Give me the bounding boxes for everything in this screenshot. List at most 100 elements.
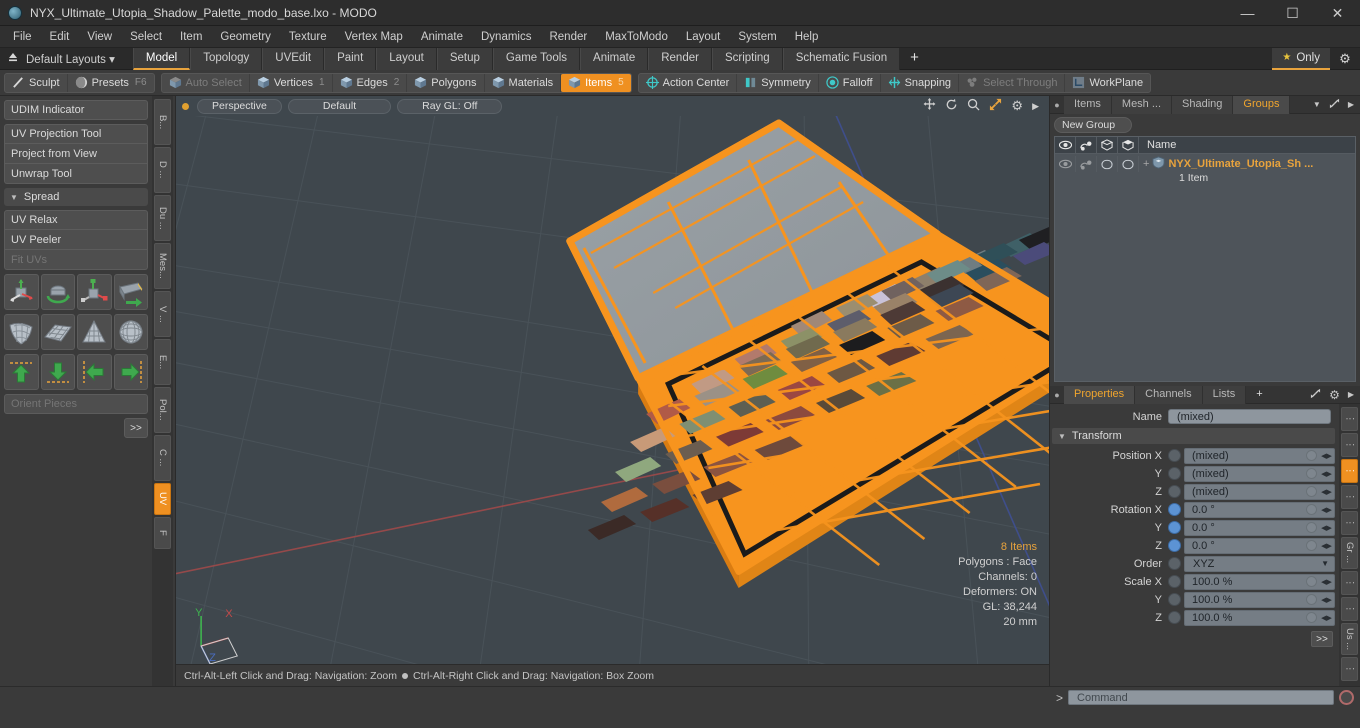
field-spinner-arrows[interactable]: ◀▶	[1319, 452, 1334, 460]
project-from-view-button[interactable]: Project from View	[4, 144, 148, 164]
command-input[interactable]: Command	[1068, 690, 1334, 705]
field-radio[interactable]	[1168, 449, 1181, 462]
left-vtab-9[interactable]: F	[154, 517, 171, 549]
menu-item-file[interactable]: File	[4, 26, 41, 48]
menu-item-maxtomodo[interactable]: MaxToModo	[596, 26, 677, 48]
left-vtab-0[interactable]: B...	[154, 99, 171, 145]
menu-item-dynamics[interactable]: Dynamics	[472, 26, 540, 48]
field-input[interactable]: 0.0 °	[1185, 538, 1306, 553]
layout-tab-game-tools[interactable]: Game Tools	[492, 47, 581, 70]
tab-add[interactable]: +	[1246, 386, 1272, 404]
uv-relax-button[interactable]: UV Relax	[4, 210, 148, 230]
field-knob[interactable]	[1306, 612, 1317, 623]
field-input[interactable]: 0.0 °	[1185, 502, 1306, 517]
toolbar-falloff-button[interactable]: Falloff	[819, 73, 881, 92]
toolbar-edges-button[interactable]: Edges 2	[333, 73, 408, 92]
left-vtab-7[interactable]: C ...	[154, 435, 171, 481]
zoom-icon[interactable]	[967, 98, 980, 114]
gear-icon[interactable]: ⚙	[1329, 388, 1340, 402]
props-vtab-2[interactable]: ⋮	[1341, 459, 1358, 483]
only-button[interactable]: ★ Only	[1272, 47, 1330, 70]
field-radio[interactable]	[1168, 575, 1181, 588]
menu-item-animate[interactable]: Animate	[412, 26, 472, 48]
expand-icon[interactable]	[1329, 98, 1340, 112]
group-list[interactable]: Name + NYX_Ultimate_Utopia_Sh ... 1 Item	[1054, 136, 1356, 382]
field-knob[interactable]	[1306, 540, 1317, 551]
toolbar-polygons-button[interactable]: Polygons	[407, 73, 485, 92]
props-vtab-6[interactable]: ⋮	[1341, 571, 1358, 595]
left-vtab-5[interactable]: E...	[154, 339, 171, 385]
field-spinner-arrows[interactable]: ◀▶	[1319, 488, 1334, 496]
layout-arrow-icon[interactable]	[0, 51, 26, 66]
gear-icon[interactable]: ⚙	[1011, 98, 1023, 114]
arrow-right-icon[interactable]: ▶	[1032, 101, 1039, 112]
toolbar-vertices-button[interactable]: Vertices 1	[250, 73, 333, 92]
toolbar-action-center-button[interactable]: Action Center	[639, 73, 738, 92]
properties-more-button[interactable]: >>	[1311, 631, 1333, 647]
menu-item-system[interactable]: System	[729, 26, 785, 48]
toolbar-workplane-button[interactable]: WorkPlane	[1065, 74, 1150, 92]
left-panel-more-button[interactable]: >>	[124, 418, 148, 438]
layout-tab-layout[interactable]: Layout	[376, 47, 437, 70]
tab-shading[interactable]: Shading	[1172, 95, 1234, 114]
field-radio[interactable]	[1168, 593, 1181, 606]
row-lock-toggle[interactable]	[1097, 156, 1118, 172]
render-icon[interactable]	[1076, 137, 1097, 153]
field-radio[interactable]	[1168, 485, 1181, 498]
toolbar-snapping-button[interactable]: Snapping	[881, 73, 960, 92]
props-vtab-9[interactable]: ⋮	[1341, 657, 1358, 681]
viewport-canvas[interactable]: Y X Z	[54, 75, 1151, 728]
tab-channels[interactable]: Channels	[1135, 385, 1203, 404]
props-vtab-3[interactable]: ⋮	[1341, 485, 1358, 509]
unwrap-tool-button[interactable]: Unwrap Tool	[4, 164, 148, 184]
table-row[interactable]: + NYX_Ultimate_Utopia_Sh ... 1 Item	[1055, 154, 1355, 184]
field-knob[interactable]	[1306, 504, 1317, 515]
menu-item-vertex-map[interactable]: Vertex Map	[336, 26, 412, 48]
chevron-down-icon[interactable]: ▼	[1313, 100, 1321, 109]
field-input[interactable]: (mixed)	[1185, 448, 1306, 463]
toolbar-symmetry-button[interactable]: Symmetry	[737, 73, 819, 92]
left-vtab-4[interactable]: V ...	[154, 291, 171, 337]
layout-tab-model[interactable]: Model	[132, 47, 191, 70]
layout-tab-scripting[interactable]: Scripting	[711, 47, 783, 70]
field-input[interactable]: 100.0 %	[1185, 592, 1306, 607]
toolbar-presets-button[interactable]: Presets F6	[68, 74, 154, 92]
layout-tab-setup[interactable]: Setup	[436, 47, 493, 70]
layout-tab-schematic-fusion[interactable]: Schematic Fusion	[782, 47, 901, 70]
props-vtab-1[interactable]: ⋮	[1341, 433, 1358, 457]
field-radio[interactable]	[1168, 521, 1181, 534]
uv-rotate-icon[interactable]	[40, 274, 75, 310]
field-input[interactable]: 0.0 °	[1185, 520, 1306, 535]
field-knob[interactable]	[1306, 576, 1317, 587]
viewport-perspective-dropdown[interactable]: Perspective	[197, 98, 282, 114]
menu-item-select[interactable]: Select	[121, 26, 171, 48]
field-knob[interactable]	[1306, 594, 1317, 605]
tab-items[interactable]: Items	[1064, 95, 1112, 114]
uv-projection-tool-button[interactable]: UV Projection Tool	[4, 124, 148, 144]
left-vtab-3[interactable]: Mes...	[154, 243, 171, 289]
arrow-right-icon[interactable]: ▶	[1348, 100, 1354, 109]
uv-move-icon[interactable]	[4, 274, 39, 310]
name-field[interactable]: (mixed)	[1168, 409, 1331, 424]
udim-indicator-button[interactable]: UDIM Indicator	[4, 100, 148, 120]
field-input[interactable]: 100.0 %	[1185, 610, 1306, 625]
add-layout-tab-button[interactable]: +	[900, 48, 929, 70]
toolbar-items-button[interactable]: Items 5	[561, 73, 631, 92]
fit-icon[interactable]	[989, 98, 1002, 114]
tab-lists[interactable]: Lists	[1202, 385, 1247, 404]
tab-properties[interactable]: Properties	[1064, 385, 1136, 404]
viewport-3d[interactable]: Perspective Default Ray GL: Off ⚙ ▶ Y X …	[54, 75, 1151, 728]
props-vtab-8[interactable]: Us ...	[1341, 623, 1358, 655]
uv-cone-icon[interactable]	[77, 314, 112, 350]
uv-flip-icon[interactable]	[113, 274, 148, 310]
uv-scale-icon[interactable]	[77, 274, 112, 310]
tab-mesh[interactable]: Mesh ...	[1111, 95, 1173, 114]
field-radio[interactable]	[1168, 539, 1181, 552]
menu-item-geometry[interactable]: Geometry	[211, 26, 280, 48]
field-knob[interactable]	[1306, 450, 1317, 461]
expand-icon[interactable]	[1310, 388, 1321, 402]
close-button[interactable]: ✕	[1315, 0, 1360, 26]
menu-item-item[interactable]: Item	[171, 26, 211, 48]
align-left-icon[interactable]	[77, 354, 112, 390]
field-radio[interactable]	[1168, 557, 1181, 570]
